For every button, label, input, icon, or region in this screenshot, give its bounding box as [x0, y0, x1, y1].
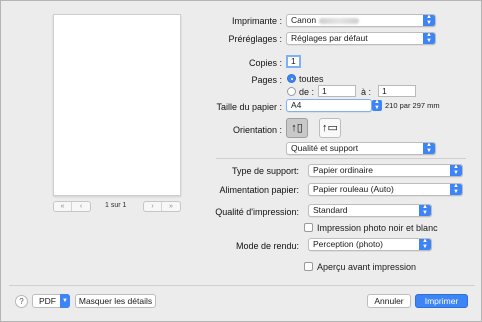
presets-value: Réglages par défaut — [291, 33, 368, 43]
paper-size-stepper-icon[interactable]: ▲ ▼ — [372, 99, 382, 111]
print-button[interactable]: Imprimer — [415, 294, 468, 308]
printer-label: Imprimante : — [231, 16, 282, 26]
print-preview-checkbox[interactable] — [304, 262, 313, 271]
pdf-label: PDF — [39, 296, 56, 306]
paper-source-value: Papier rouleau (Auto) — [313, 184, 394, 194]
portrait-orientation-button[interactable]: ↑▯ — [286, 118, 308, 138]
media-type-label: Type de support: — [231, 166, 299, 176]
copies-field[interactable]: 1 — [286, 55, 301, 68]
popup-arrows-icon: ▲ ▼ — [423, 143, 435, 154]
printer-popup[interactable]: Canon ▲ ▼ — [286, 14, 436, 27]
pages-range-radio[interactable] — [287, 87, 296, 96]
print-quality-label: Qualité d'impression: — [215, 207, 299, 217]
popup-arrows-icon: ▲ ▼ — [450, 165, 462, 176]
print-preview-label: Aperçu avant impression — [317, 262, 417, 272]
print-quality-popup[interactable]: Standard ▲ ▼ — [308, 204, 432, 217]
pages-to-label: à : — [361, 87, 372, 97]
section-popup[interactable]: Qualité et support ▲ ▼ — [286, 142, 436, 155]
popup-arrows-icon: ▲ ▼ — [423, 15, 435, 26]
paper-size-label: Taille du papier : — [216, 102, 282, 112]
popup-arrows-icon: ▲ ▼ — [419, 239, 431, 250]
media-type-value: Papier ordinaire — [313, 165, 374, 175]
popup-arrows-icon: ▲ ▼ — [419, 205, 431, 216]
preview-nav-back: « ‹ — [53, 201, 91, 212]
pages-to-field[interactable]: 1 — [378, 85, 416, 97]
landscape-icon: ↑▭ — [322, 122, 338, 134]
pages-all-radio[interactable] — [287, 74, 296, 83]
render-mode-popup[interactable]: Perception (photo) ▲ ▼ — [308, 238, 432, 251]
paper-size-dimensions: 210 par 297 mm — [385, 101, 440, 110]
paper-size-popup[interactable]: A4 — [286, 99, 372, 112]
next-page-button[interactable]: › — [144, 202, 162, 211]
chevron-down-icon: ▼ — [60, 294, 70, 308]
footer-divider — [9, 285, 475, 286]
render-mode-label: Mode de rendu: — [235, 241, 299, 251]
page-count-label: 1 sur 1 — [105, 202, 127, 209]
pages-from-field[interactable]: 1 — [318, 85, 356, 97]
first-page-button[interactable]: « — [54, 202, 72, 211]
presets-label: Préréglages : — [228, 34, 282, 44]
preview-nav-forward: › » — [143, 201, 181, 212]
cancel-button[interactable]: Annuler — [367, 294, 411, 308]
help-button[interactable]: ? — [15, 295, 28, 308]
print-dialog: « ‹ 1 sur 1 › » Imprimante : Canon ▲ ▼ Pr… — [0, 0, 482, 322]
presets-popup[interactable]: Réglages par défaut ▲ ▼ — [286, 32, 436, 45]
section-divider — [216, 158, 466, 159]
pages-from-label: de : — [299, 87, 315, 97]
landscape-orientation-button[interactable]: ↑▭ — [319, 118, 341, 138]
printer-model-redacted — [319, 17, 360, 24]
previous-page-button[interactable]: ‹ — [72, 202, 90, 211]
section-value: Qualité et support — [291, 143, 359, 153]
pages-label: Pages : — [251, 75, 282, 85]
last-page-button[interactable]: » — [162, 202, 180, 211]
orientation-label: Orientation : — [232, 125, 282, 135]
paper-size-value: A4 — [291, 100, 302, 110]
paper-source-popup[interactable]: Papier rouleau (Auto) ▲ ▼ — [308, 183, 463, 196]
popup-arrows-icon: ▲ ▼ — [423, 33, 435, 44]
media-type-popup[interactable]: Papier ordinaire ▲ ▼ — [308, 164, 463, 177]
print-quality-value: Standard — [313, 205, 348, 215]
copies-label: Copies : — [248, 58, 282, 68]
hide-details-button[interactable]: Masquer les détails — [75, 294, 156, 308]
portrait-icon: ↑▯ — [291, 122, 303, 134]
render-mode-value: Perception (photo) — [313, 239, 383, 249]
grayscale-photo-label: Impression photo noir et blanc — [317, 223, 438, 233]
grayscale-photo-checkbox[interactable] — [304, 223, 313, 232]
paper-source-label: Alimentation papier: — [219, 185, 299, 195]
pdf-button[interactable]: PDF ▼ — [32, 294, 70, 308]
page-preview — [53, 14, 181, 196]
popup-arrows-icon: ▲ ▼ — [450, 184, 462, 195]
printer-name: Canon — [291, 15, 317, 25]
pages-all-label: toutes — [299, 74, 324, 84]
